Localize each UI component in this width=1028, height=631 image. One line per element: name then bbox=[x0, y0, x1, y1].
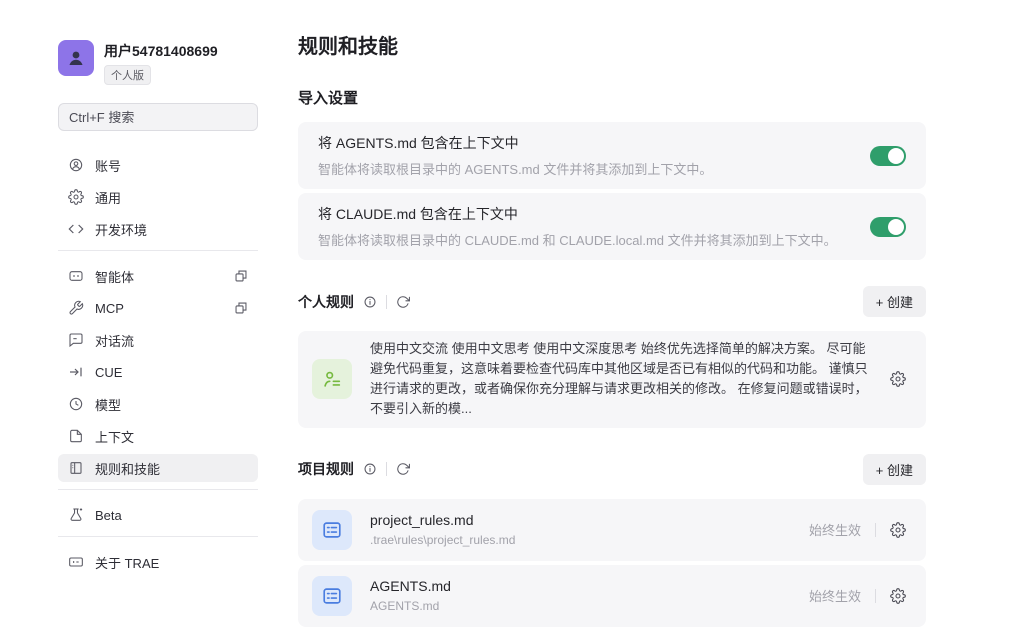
personal-rules-title: 个人规则 bbox=[298, 292, 354, 312]
header-divider bbox=[386, 295, 387, 309]
sidebar-item-cue[interactable]: CUE bbox=[58, 358, 258, 386]
rule-file-name: AGENTS.md bbox=[370, 578, 451, 594]
refresh-icon[interactable] bbox=[396, 462, 410, 476]
trae-logo-icon bbox=[68, 554, 84, 570]
main-content: 规则和技能 导入设置 将 AGENTS.md 包含在上下文中 智能体将读取根目录… bbox=[298, 30, 926, 631]
import-card-claude-md: 将 CLAUDE.md 包含在上下文中 智能体将读取根目录中的 CLAUDE.m… bbox=[298, 193, 926, 260]
agents-md-toggle[interactable] bbox=[870, 146, 906, 166]
create-project-rule-button[interactable]: + 创建 bbox=[863, 454, 926, 485]
claude-md-toggle[interactable] bbox=[870, 217, 906, 237]
import-card-text: 将 AGENTS.md 包含在上下文中 智能体将读取根目录中的 AGENTS.m… bbox=[318, 133, 854, 178]
refresh-icon[interactable] bbox=[396, 295, 410, 309]
flask-icon bbox=[68, 507, 84, 523]
gear-icon bbox=[68, 189, 84, 205]
sidebar-item-about[interactable]: 关于 TRAE bbox=[58, 548, 258, 576]
sidebar-item-label: 通用 bbox=[95, 188, 121, 207]
sidebar-item-context[interactable]: 上下文 bbox=[58, 422, 258, 450]
import-card-agents-md: 将 AGENTS.md 包含在上下文中 智能体将读取根目录中的 AGENTS.m… bbox=[298, 122, 926, 189]
rule-settings-icon[interactable] bbox=[890, 522, 906, 538]
rule-file-name: project_rules.md bbox=[370, 512, 515, 528]
sidebar-item-account[interactable]: 账号 bbox=[58, 151, 258, 179]
sidebar-item-label: 规则和技能 bbox=[95, 459, 160, 478]
sidebar-item-label: 账号 bbox=[95, 156, 121, 175]
open-external-icon[interactable] bbox=[234, 269, 248, 283]
avatar bbox=[58, 40, 94, 76]
project-rules-header: 项目规则 + 创建 bbox=[298, 454, 926, 485]
rule-file-meta: project_rules.md .trae\rules\project_rul… bbox=[370, 512, 515, 547]
toggle-knob bbox=[888, 219, 904, 235]
user-rules-icon bbox=[312, 359, 352, 399]
user-circle-icon bbox=[68, 157, 84, 173]
user-profile[interactable]: 用户54781408699 个人版 bbox=[58, 40, 258, 85]
rule-status-label: 始终生效 bbox=[809, 520, 861, 539]
rule-file-icon bbox=[312, 510, 352, 550]
sidebar-divider bbox=[58, 250, 258, 251]
toggle-knob bbox=[888, 148, 904, 164]
action-divider bbox=[875, 523, 876, 537]
page-title: 规则和技能 bbox=[298, 30, 926, 59]
context-file-icon bbox=[68, 428, 84, 444]
header-divider bbox=[386, 462, 387, 476]
personal-rule-content: 使用中文交流 使用中文思考 使用中文深度思考 始终优先选择简单的解决方案。 尽可… bbox=[370, 339, 870, 420]
sidebar-item-label: 对话流 bbox=[95, 331, 134, 350]
sidebar-divider bbox=[58, 489, 258, 490]
personal-rule-settings-icon[interactable] bbox=[890, 371, 906, 387]
sidebar-item-label: 开发环境 bbox=[95, 220, 147, 239]
info-icon[interactable] bbox=[363, 295, 377, 309]
sidebar: 用户54781408699 个人版 账号 通用 bbox=[58, 40, 258, 580]
sidebar-item-agents[interactable]: 智能体 bbox=[58, 262, 258, 290]
sidebar-item-label: 智能体 bbox=[95, 267, 134, 286]
sidebar-item-label: 上下文 bbox=[95, 427, 134, 446]
search-input[interactable] bbox=[58, 103, 258, 131]
sidebar-item-models[interactable]: 模型 bbox=[58, 390, 258, 418]
sidebar-item-label: 关于 TRAE bbox=[95, 553, 159, 572]
import-card-title: 将 CLAUDE.md 包含在上下文中 bbox=[318, 204, 854, 224]
sidebar-item-label: CUE bbox=[95, 365, 122, 380]
sidebar-item-label: MCP bbox=[95, 301, 124, 316]
import-card-description: 智能体将读取根目录中的 AGENTS.md 文件并将其添加到上下文中。 bbox=[318, 159, 854, 178]
wrench-icon bbox=[68, 300, 84, 316]
open-external-icon[interactable] bbox=[234, 301, 248, 315]
chat-bubble-icon bbox=[68, 332, 84, 348]
import-settings-title: 导入设置 bbox=[298, 87, 926, 108]
cue-arrow-icon bbox=[68, 364, 84, 380]
sidebar-item-dev-env[interactable]: 开发环境 bbox=[58, 215, 258, 243]
import-card-description: 智能体将读取根目录中的 CLAUDE.md 和 CLAUDE.local.md … bbox=[318, 230, 854, 249]
sidebar-item-mcp[interactable]: MCP bbox=[58, 294, 258, 322]
project-rules-title: 项目规则 bbox=[298, 459, 354, 479]
personal-rule-card[interactable]: 使用中文交流 使用中文思考 使用中文深度思考 始终优先选择简单的解决方案。 尽可… bbox=[298, 331, 926, 428]
sidebar-item-chatflow[interactable]: 对话流 bbox=[58, 326, 258, 354]
sidebar-item-beta[interactable]: Beta bbox=[58, 501, 258, 529]
info-icon[interactable] bbox=[363, 462, 377, 476]
robot-icon bbox=[68, 268, 84, 284]
sidebar-item-general[interactable]: 通用 bbox=[58, 183, 258, 211]
model-icon bbox=[68, 396, 84, 412]
rule-file-actions: 始终生效 bbox=[809, 520, 906, 539]
personal-rules-header: 个人规则 + 创建 bbox=[298, 286, 926, 317]
import-card-text: 将 CLAUDE.md 包含在上下文中 智能体将读取根目录中的 CLAUDE.m… bbox=[318, 204, 854, 249]
rule-file-path: .trae\rules\project_rules.md bbox=[370, 533, 515, 547]
sidebar-item-label: 模型 bbox=[95, 395, 121, 414]
plan-badge: 个人版 bbox=[104, 65, 151, 85]
import-card-title: 将 AGENTS.md 包含在上下文中 bbox=[318, 133, 854, 153]
sidebar-nav: 账号 通用 开发环境 智能体 bbox=[58, 151, 258, 576]
settings-window: 用户54781408699 个人版 账号 通用 bbox=[0, 0, 1028, 596]
rule-file-path: AGENTS.md bbox=[370, 599, 451, 613]
rules-panel-icon bbox=[68, 460, 84, 476]
create-personal-rule-button[interactable]: + 创建 bbox=[863, 286, 926, 317]
sidebar-item-rules[interactable]: 规则和技能 bbox=[58, 454, 258, 482]
sidebar-divider bbox=[58, 536, 258, 537]
user-name: 用户54781408699 bbox=[104, 41, 218, 61]
user-meta: 用户54781408699 个人版 bbox=[104, 40, 218, 85]
sidebar-item-label: Beta bbox=[95, 508, 122, 523]
code-icon bbox=[68, 221, 84, 237]
project-rule-row[interactable]: project_rules.md .trae\rules\project_rul… bbox=[298, 499, 926, 561]
